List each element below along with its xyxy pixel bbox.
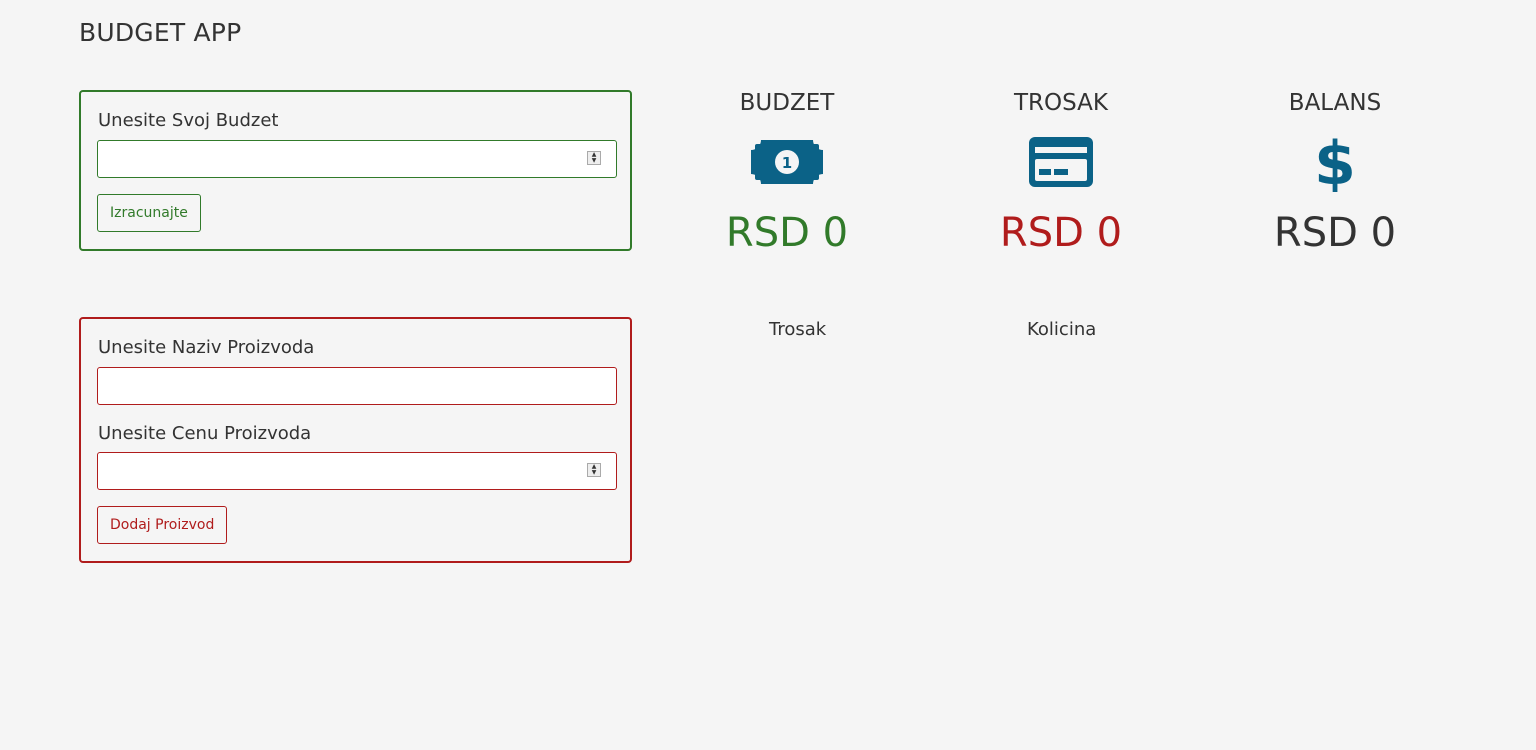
balance-stat: BALANS $ RSD 0 xyxy=(1205,90,1465,256)
svg-text:1: 1 xyxy=(782,154,792,172)
add-product-button[interactable]: Dodaj Proizvod xyxy=(97,506,228,544)
expense-stat-title: TROSAK xyxy=(1014,90,1108,116)
budget-form: Unesite Svoj Budzet ▲ ▼ Izracunajte xyxy=(79,90,632,251)
column-header-expense: Trosak xyxy=(769,319,827,340)
product-price-label: Unesite Cenu Proizvoda xyxy=(98,423,312,444)
page-title: BUDGET APP xyxy=(79,18,242,47)
expense-amount: RSD 0 xyxy=(999,210,1123,256)
svg-text:$: $ xyxy=(1315,132,1355,192)
price-stepper[interactable]: ▲ ▼ xyxy=(587,463,601,477)
stepper-down-icon[interactable]: ▼ xyxy=(588,158,600,164)
balance-amount: RSD 0 xyxy=(1273,210,1397,256)
budget-stepper[interactable]: ▲ ▼ xyxy=(587,151,601,165)
product-price-input[interactable] xyxy=(97,452,617,490)
budget-stat-title: BUDZET xyxy=(739,90,835,116)
credit-card-icon xyxy=(931,130,1191,194)
budget-amount: RSD 0 xyxy=(725,210,849,256)
product-name-label: Unesite Naziv Proizvoda xyxy=(98,337,315,358)
dollar-sign-icon: $ xyxy=(1205,130,1465,194)
balance-stat-title: BALANS xyxy=(1288,90,1382,116)
expense-stat: TROSAK RSD 0 xyxy=(931,90,1191,256)
money-bill-icon: 1 xyxy=(657,130,917,194)
stepper-down-icon[interactable]: ▼ xyxy=(588,470,600,476)
column-header-quantity: Kolicina xyxy=(1027,319,1097,340)
calculate-button[interactable]: Izracunajte xyxy=(97,194,201,232)
budget-input[interactable] xyxy=(97,140,617,178)
budget-stat: BUDZET 1 RSD 0 xyxy=(657,90,917,256)
budget-label: Unesite Svoj Budzet xyxy=(98,110,279,131)
expense-form: Unesite Naziv Proizvoda Unesite Cenu Pro… xyxy=(79,317,632,563)
product-name-input[interactable] xyxy=(97,367,617,405)
